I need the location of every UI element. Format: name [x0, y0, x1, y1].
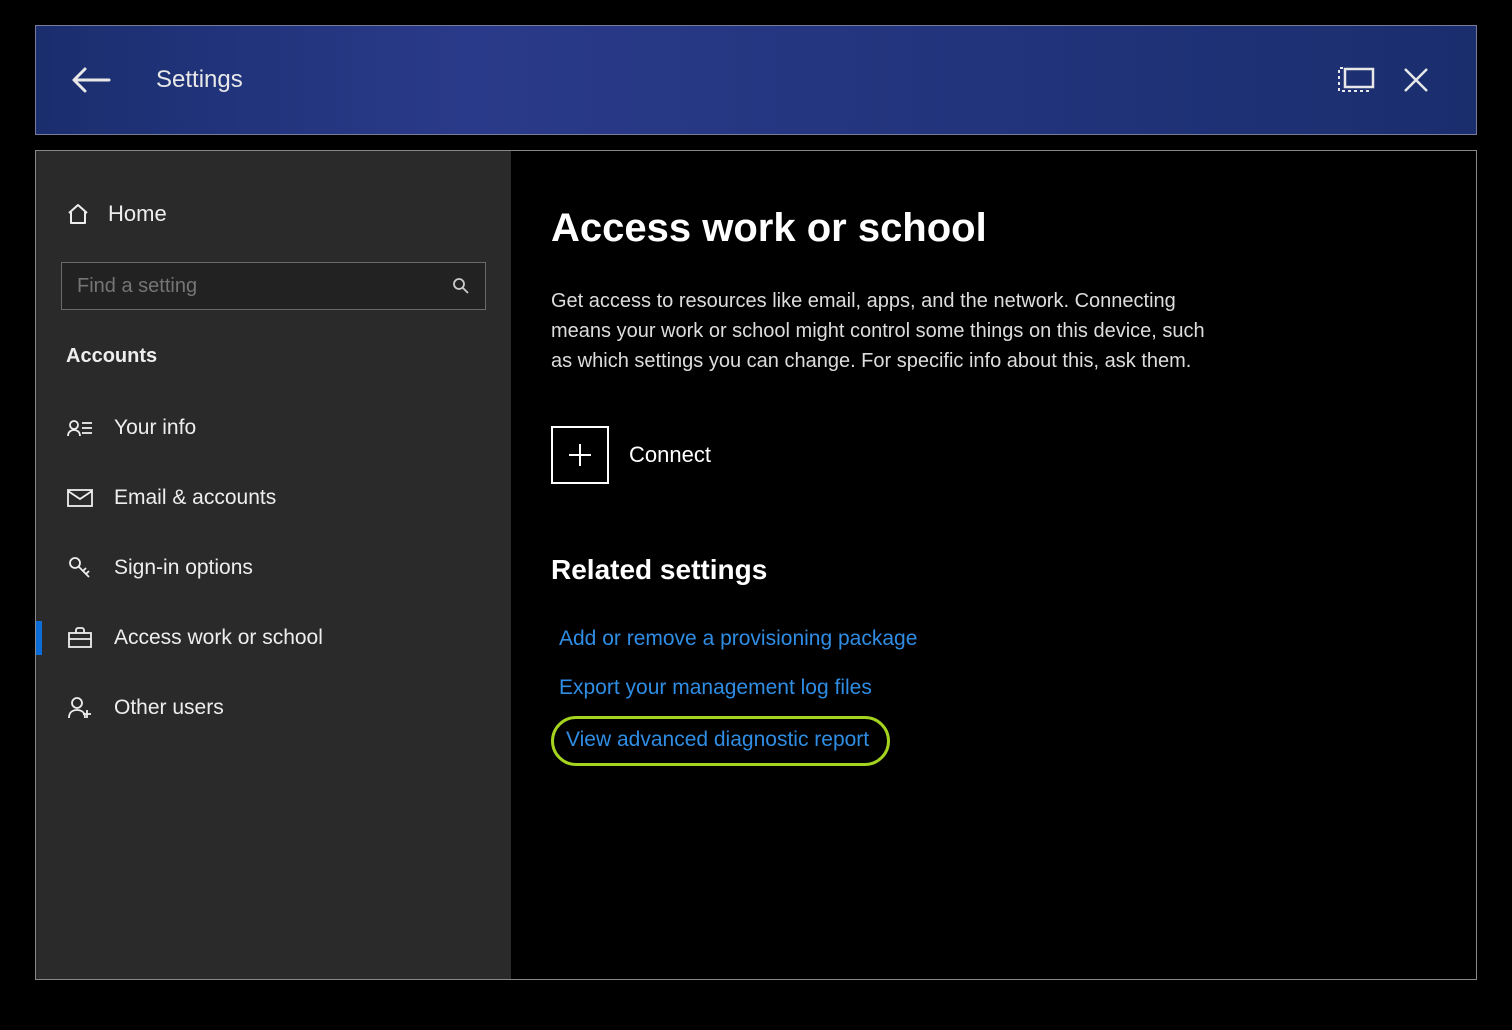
nav-label: Email & accounts: [114, 486, 276, 510]
window-title: Settings: [156, 66, 243, 94]
close-button[interactable]: [1386, 55, 1446, 105]
sidebar: Home Accounts Your info Email & accounts: [36, 151, 511, 979]
close-icon: [1402, 66, 1430, 94]
link-export-logs[interactable]: Export your management log files: [551, 663, 880, 712]
connect-label: Connect: [629, 442, 711, 468]
connect-button[interactable]: Connect: [551, 426, 1416, 484]
nav-label: Your info: [114, 416, 196, 440]
link-provisioning-package[interactable]: Add or remove a provisioning package: [551, 614, 925, 663]
nav-access-work-school[interactable]: Access work or school: [36, 603, 511, 673]
nav-other-users[interactable]: Other users: [36, 673, 511, 743]
task-view-icon: [1337, 65, 1375, 95]
nav-home-label: Home: [108, 201, 167, 227]
main-content: Access work or school Get access to reso…: [511, 151, 1476, 979]
titlebar: Settings: [35, 25, 1477, 135]
search-box[interactable]: [61, 262, 486, 310]
back-arrow-icon: [71, 65, 111, 95]
person-card-icon: [66, 414, 94, 442]
nav-label: Access work or school: [114, 626, 323, 650]
mail-icon: [66, 484, 94, 512]
sidebar-section-label: Accounts: [36, 330, 511, 393]
nav-email-accounts[interactable]: Email & accounts: [36, 463, 511, 533]
related-settings-title: Related settings: [551, 554, 1416, 586]
settings-window: Home Accounts Your info Email & accounts: [35, 150, 1477, 980]
highlight-annotation: View advanced diagnostic report: [551, 716, 890, 765]
nav-label: Other users: [114, 696, 224, 720]
briefcase-icon: [66, 624, 94, 652]
search-icon: [452, 277, 470, 295]
page-description: Get access to resources like email, apps…: [551, 286, 1231, 376]
home-icon: [66, 202, 90, 226]
page-title: Access work or school: [551, 206, 1416, 251]
task-view-button[interactable]: [1326, 55, 1386, 105]
link-diagnostic-report[interactable]: View advanced diagnostic report: [566, 727, 869, 752]
nav-home[interactable]: Home: [36, 191, 511, 252]
plus-icon: [551, 426, 609, 484]
back-button[interactable]: [66, 55, 116, 105]
nav-label: Sign-in options: [114, 556, 253, 580]
nav-signin-options[interactable]: Sign-in options: [36, 533, 511, 603]
person-add-icon: [66, 694, 94, 722]
nav-your-info[interactable]: Your info: [36, 393, 511, 463]
search-input[interactable]: [77, 275, 452, 298]
key-icon: [66, 554, 94, 582]
